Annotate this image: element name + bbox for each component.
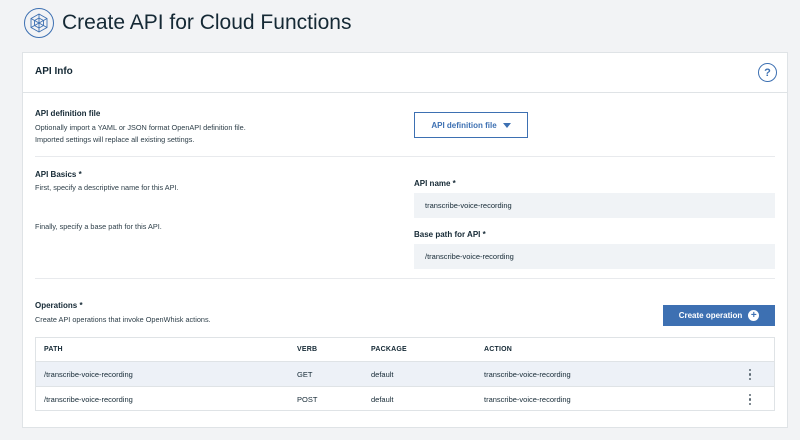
api-globe-icon [24,8,54,38]
operations-desc: Create API operations that invoke OpenWh… [35,315,211,324]
add-circle-icon: + [748,310,760,321]
section-divider [35,156,775,157]
row-verb: GET [297,369,313,379]
base-path-label: Base path for API * [414,230,486,239]
api-basics-path-desc: Finally, specify a base path for this AP… [35,222,162,231]
row-path: /transcribe-voice-recording [44,395,133,404]
column-header-path[interactable]: PATH [44,338,63,361]
api-basics-name-desc: First, specify a descriptive name for th… [35,183,179,192]
row-action: transcribe-voice-recording [484,369,571,379]
column-header-package[interactable]: PACKAGE [371,338,407,361]
page-header: Create API for Cloud Functions [0,0,800,48]
caret-down-icon [502,122,511,128]
api-basics-label: API Basics * [35,170,82,179]
table-row[interactable]: /transcribe-voice-recording POST default… [36,387,774,412]
api-definition-file-dropdown[interactable]: API definition file [414,112,528,138]
row-package: default [371,369,394,379]
create-operation-button[interactable]: Create operation + [663,305,775,326]
column-header-verb[interactable]: VERB [297,338,317,361]
overflow-menu-icon[interactable] [744,391,756,408]
definition-file-label: API definition file [35,109,101,118]
create-operation-label: Create operation [678,311,743,320]
section-divider [35,278,775,279]
row-package: default [371,395,394,404]
api-name-label: API name * [414,179,456,188]
page-title: Create API for Cloud Functions [62,11,352,34]
column-header-action[interactable]: ACTION [484,338,512,361]
dropdown-label: API definition file [431,120,497,130]
row-path: /transcribe-voice-recording [44,369,133,379]
base-path-input[interactable] [414,244,775,269]
help-icon[interactable]: ? [758,63,777,82]
definition-file-desc-2: Imported settings will replace all exist… [35,135,195,144]
overflow-menu-icon[interactable] [744,366,756,383]
api-name-input[interactable] [414,193,775,218]
card-header: API Info ? [23,53,787,93]
table-row[interactable]: /transcribe-voice-recording GET default … [36,362,774,387]
row-verb: POST [297,395,318,404]
row-action: transcribe-voice-recording [484,395,571,404]
card-title: API Info [35,66,73,77]
table-header-row: PATH VERB PACKAGE ACTION [36,338,774,362]
api-info-card: API Info ? API definition file Optionall… [22,52,788,428]
operations-label: Operations * [35,301,83,310]
definition-file-desc-1: Optionally import a YAML or JSON format … [35,123,246,132]
operations-table: PATH VERB PACKAGE ACTION /transcribe-voi… [35,337,775,411]
